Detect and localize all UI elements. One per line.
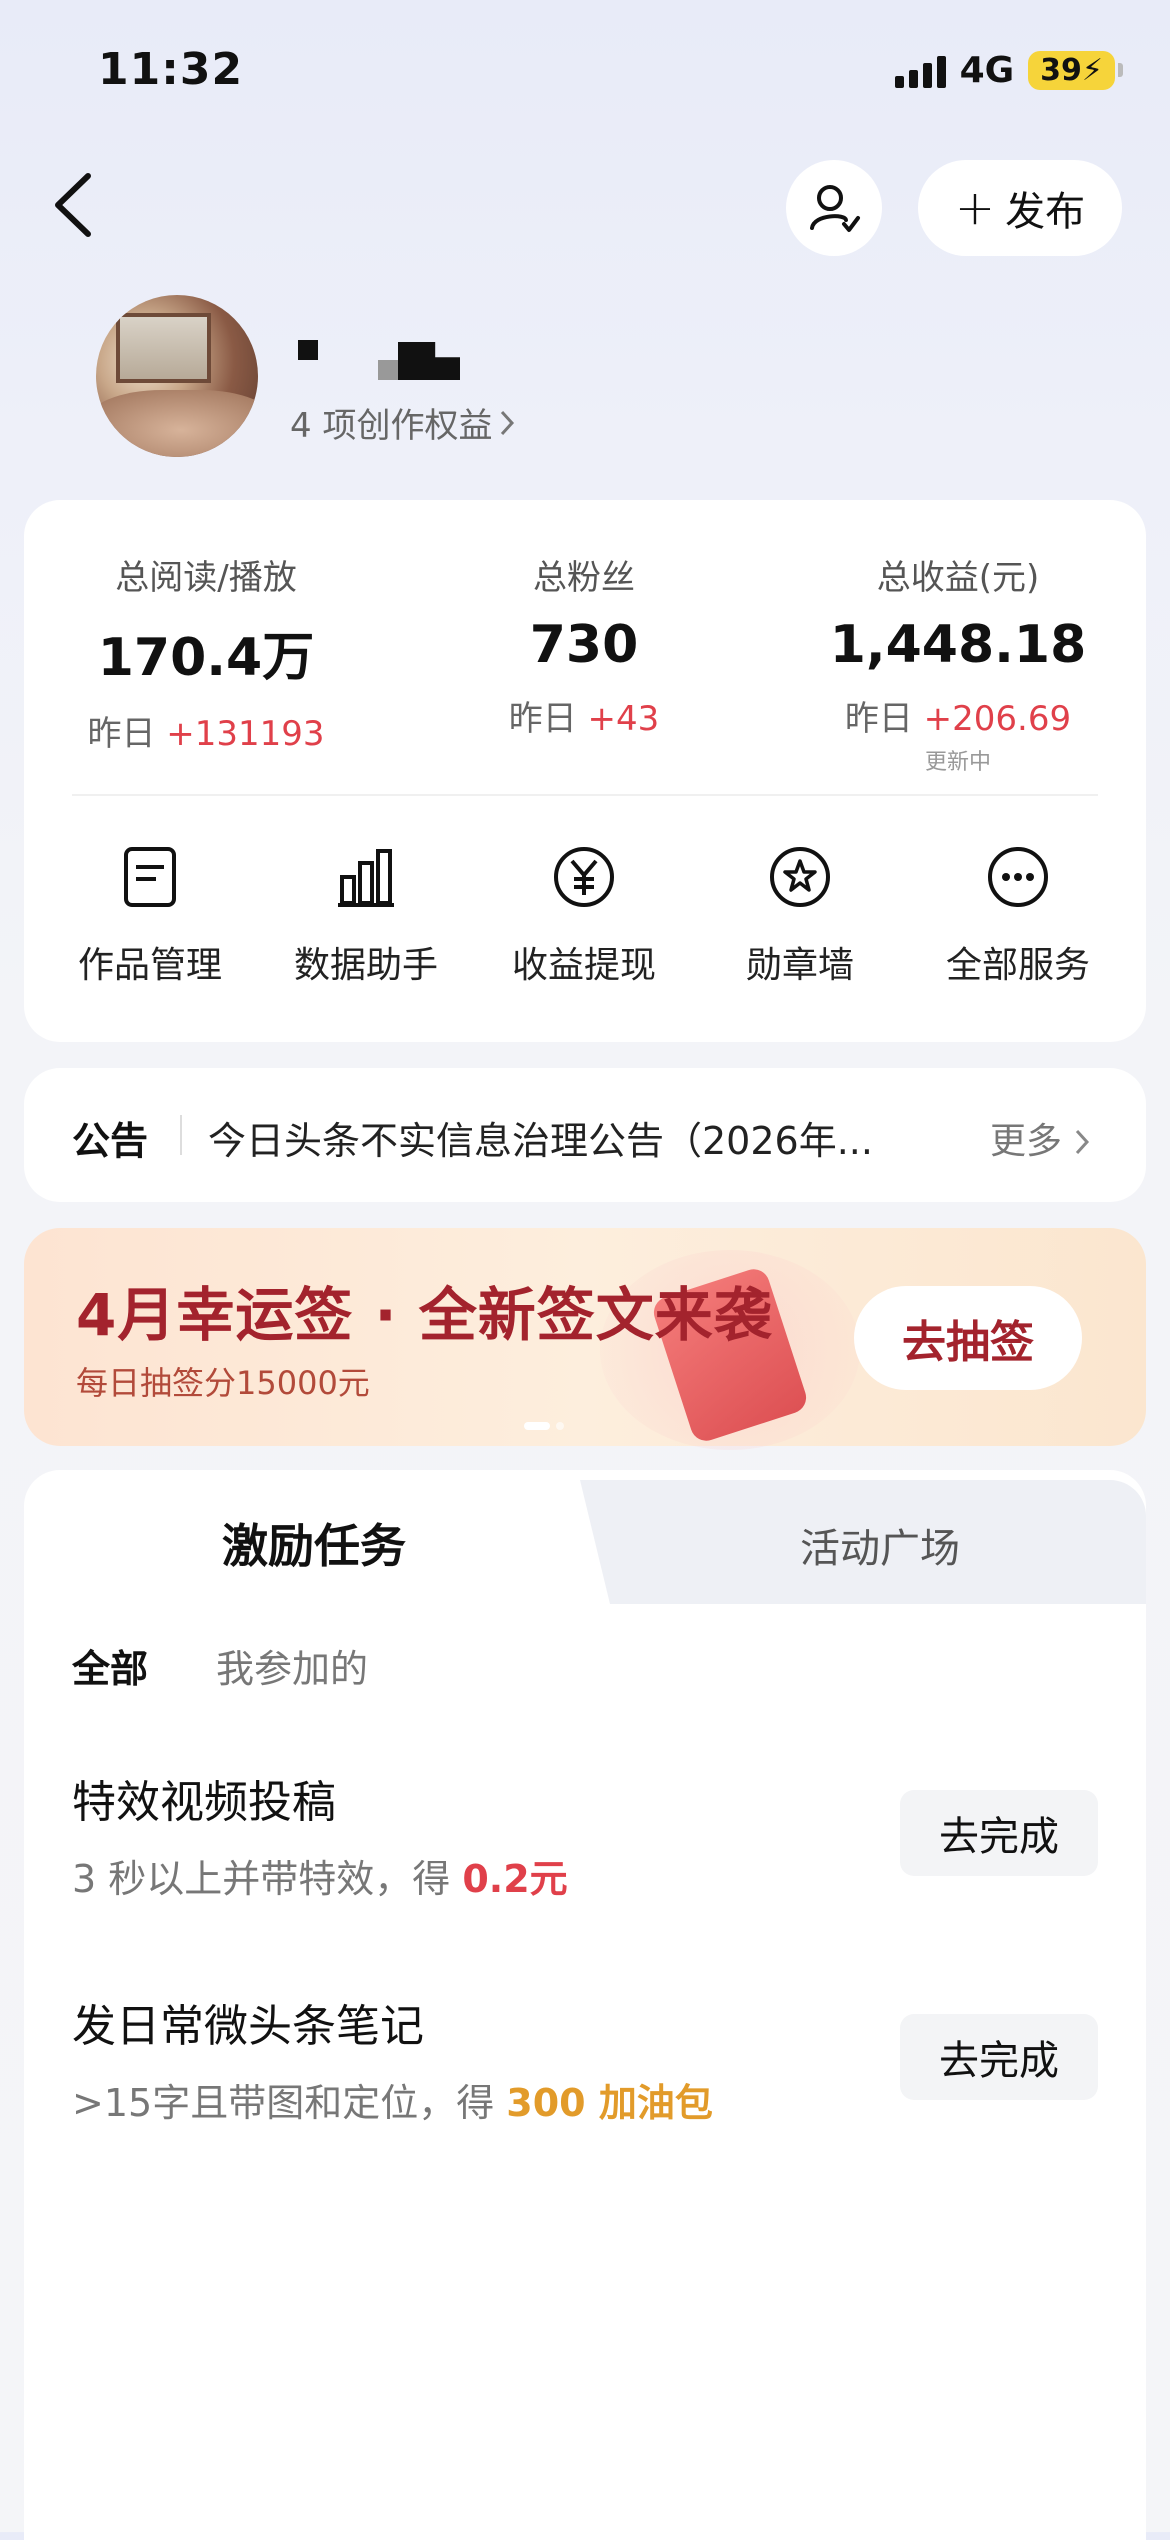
stat-yesterday-label: 昨日 — [844, 699, 913, 739]
creator-rights-link[interactable]: 4 项创作权益 — [290, 398, 516, 447]
service-label: 勋章墙 — [745, 945, 854, 986]
yuan-coin-icon — [551, 844, 617, 910]
signal-icon — [894, 54, 946, 88]
service-income-withdraw[interactable]: 收益提现 — [484, 844, 684, 988]
task-reward: 300 加油包 — [506, 2081, 713, 2125]
service-all-services[interactable]: 全部服务 — [918, 844, 1118, 988]
document-icon — [117, 844, 183, 910]
battery-icon: 39⚡ — [1028, 51, 1123, 90]
more-label: 更多 — [990, 1121, 1063, 1162]
stat-value: 1,448.18 — [829, 615, 1087, 675]
complete-task-button[interactable]: 去完成 — [900, 1790, 1098, 1876]
announcement-more-link[interactable]: 更多 — [990, 1112, 1091, 1164]
back-button[interactable] — [50, 172, 96, 238]
stat-total-reads[interactable]: 总阅读/播放 170.4万 昨日 +131193 — [56, 550, 356, 755]
service-works-management[interactable]: 作品管理 — [50, 844, 250, 988]
banner-title: 4月幸运签 · 全新签文来袭 — [76, 1281, 773, 1349]
plus-icon: + — [954, 180, 996, 236]
carousel-dot — [556, 1422, 564, 1430]
task-description: >15字且带图和定位，得 300 加油包 — [72, 2072, 713, 2127]
publish-label: 发布 — [1005, 189, 1086, 235]
stat-yesterday-label: 昨日 — [87, 714, 156, 754]
stat-yesterday-delta: +43 — [587, 699, 660, 739]
carousel-dot-active — [524, 1422, 550, 1430]
chevron-right-icon — [501, 410, 515, 435]
medal-icon — [767, 844, 833, 910]
status-indicators: 4G 39⚡ — [894, 50, 1123, 91]
network-label: 4G — [959, 50, 1015, 91]
filter-joined[interactable]: 我参加的 — [216, 1638, 368, 1693]
user-check-icon — [810, 185, 860, 232]
announcement-text[interactable]: 今日头条不实信息治理公告（2026年... — [208, 1110, 948, 1165]
stat-value: 170.4万 — [97, 628, 315, 688]
task-title: 发日常微头条笔记 — [72, 2001, 424, 2052]
service-label: 全部服务 — [945, 945, 1090, 986]
tab-incentive-tasks[interactable]: 激励任务 — [24, 1510, 604, 1576]
divider — [180, 1115, 182, 1155]
complete-task-button[interactable]: 去完成 — [900, 2014, 1098, 2100]
stat-yesterday-label: 昨日 — [508, 699, 577, 739]
service-label: 作品管理 — [77, 945, 222, 986]
announcement-tag: 公告 — [72, 1119, 149, 1163]
service-data-assistant[interactable]: 数据助手 — [266, 844, 466, 988]
task-desc-text: 3 秒以上并带特效，得 — [72, 1857, 463, 1901]
stat-yesterday-delta: +131193 — [166, 714, 325, 754]
stat-label: 总阅读/播放 — [115, 558, 297, 598]
username-redacted — [398, 342, 460, 380]
stat-label: 总粉丝 — [533, 558, 635, 598]
tab-activity-square[interactable]: 活动广场 — [620, 1516, 1140, 1574]
stat-yesterday-delta: +206.69 — [923, 699, 1072, 739]
username-redacted — [298, 340, 318, 360]
status-time: 11:32 — [98, 44, 244, 95]
service-label: 数据助手 — [293, 945, 438, 986]
username-redacted — [378, 360, 398, 380]
more-dots-icon — [985, 844, 1051, 910]
stat-updating-note: 更新中 — [924, 750, 991, 775]
battery-level: 39 — [1040, 53, 1082, 88]
chevron-left-icon — [55, 173, 91, 237]
service-label: 收益提现 — [511, 945, 656, 986]
bar-chart-icon — [333, 844, 399, 910]
chevron-right-icon — [1076, 1129, 1090, 1155]
filter-all[interactable]: 全部 — [72, 1638, 148, 1693]
service-medal-wall[interactable]: 勋章墙 — [700, 844, 900, 988]
creator-rights-label: 4 项创作权益 — [290, 406, 493, 446]
task-reward: 0.2元 — [462, 1857, 568, 1901]
user-check-button[interactable] — [786, 160, 882, 256]
stat-total-fans[interactable]: 总粉丝 730 昨日 +43 — [434, 550, 734, 740]
publish-button[interactable]: + 发布 — [918, 160, 1122, 256]
task-desc-text: >15字且带图和定位，得 — [72, 2081, 507, 2125]
stat-label: 总收益(元) — [876, 558, 1040, 598]
task-title: 特效视频投稿 — [72, 1777, 336, 1828]
stat-total-income[interactable]: 总收益(元) 1,448.18 昨日 +206.69 更新中 — [808, 550, 1108, 776]
stat-value: 730 — [529, 615, 639, 675]
banner-subtitle: 每日抽签分15000元 — [76, 1364, 370, 1402]
avatar[interactable] — [96, 295, 258, 457]
draw-lot-button[interactable]: 去抽签 — [854, 1286, 1082, 1390]
divider — [72, 794, 1098, 796]
task-description: 3 秒以上并带特效，得 0.2元 — [72, 1848, 568, 1903]
